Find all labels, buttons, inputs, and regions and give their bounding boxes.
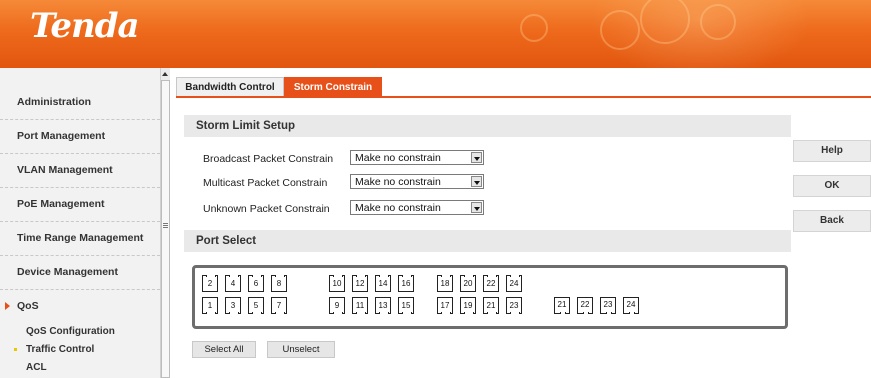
port-19-copper[interactable]: 19: [460, 297, 476, 314]
port-11-copper[interactable]: 11: [352, 297, 368, 314]
port-22-copper[interactable]: 22: [483, 275, 499, 292]
sidebar-subitem-traffic-control[interactable]: Traffic Control: [0, 342, 160, 360]
broadcast-label: Broadcast Packet Constrain: [203, 153, 334, 165]
sidebar-item-label: Device Management: [17, 266, 118, 278]
port-3-copper[interactable]: 3: [225, 297, 241, 314]
header-banner: Tenda: [0, 0, 871, 68]
port-23-copper[interactable]: 23: [506, 297, 522, 314]
port-select-header: Port Select: [184, 230, 791, 252]
sidebar-item-administration[interactable]: Administration: [0, 86, 160, 120]
port-24-fiber[interactable]: 24: [623, 297, 639, 314]
sidebar-subitem-acl[interactable]: ACL: [0, 360, 160, 378]
sidebar-item-label: QoS: [17, 300, 39, 312]
sidebar-item-vlan-management[interactable]: VLAN Management: [0, 154, 160, 188]
dropdown-arrow-icon[interactable]: [471, 176, 482, 187]
port-12-copper[interactable]: 12: [352, 275, 368, 292]
unknown-constrain-select[interactable]: Make no constrain: [350, 200, 484, 215]
tab-underline: [176, 96, 871, 98]
port-6-copper[interactable]: 6: [248, 275, 264, 292]
unknown-label: Unknown Packet Constrain: [203, 203, 330, 215]
port-4-copper[interactable]: 4: [225, 275, 241, 292]
port-10-copper[interactable]: 10: [329, 275, 345, 292]
port-1-copper[interactable]: 1: [202, 297, 218, 314]
multicast-label: Multicast Packet Constrain: [203, 177, 328, 189]
unselect-button[interactable]: Unselect: [267, 341, 335, 358]
back-button[interactable]: Back: [793, 210, 871, 232]
sidebar-scrollbar[interactable]: [160, 68, 170, 378]
port-23-fiber[interactable]: 23: [600, 297, 616, 314]
port-22-fiber[interactable]: 22: [577, 297, 593, 314]
dropdown-arrow-icon[interactable]: [471, 152, 482, 163]
scroll-up-icon[interactable]: [162, 72, 168, 76]
broadcast-constrain-select[interactable]: Make no constrain: [350, 150, 484, 165]
storm-limit-setup-header: Storm Limit Setup: [184, 115, 791, 137]
header-ornament: [520, 14, 548, 42]
tenda-logo: Tenda: [30, 6, 140, 46]
port-2-copper[interactable]: 2: [202, 275, 218, 292]
dropdown-arrow-icon[interactable]: [471, 202, 482, 213]
port-24-copper[interactable]: 24: [506, 275, 522, 292]
sidebar-item-label: Time Range Management: [17, 232, 144, 244]
port-17-copper[interactable]: 17: [437, 297, 453, 314]
port-8-copper[interactable]: 8: [271, 275, 287, 292]
port-18-copper[interactable]: 18: [437, 275, 453, 292]
sidebar-item-label: Administration: [17, 96, 92, 108]
port-16-copper[interactable]: 16: [398, 275, 414, 292]
sidebar-subitem-label: ACL: [26, 362, 47, 373]
sidebar: Administration Port Management VLAN Mana…: [0, 68, 160, 378]
sidebar-item-poe-management[interactable]: PoE Management: [0, 188, 160, 222]
port-15-copper[interactable]: 15: [398, 297, 414, 314]
port-14-copper[interactable]: 14: [375, 275, 391, 292]
sidebar-item-device-management[interactable]: Device Management: [0, 256, 160, 290]
sidebar-item-label: VLAN Management: [17, 164, 113, 176]
sidebar-item-time-range-management[interactable]: Time Range Management: [0, 222, 160, 256]
port-21-fiber[interactable]: 21: [554, 297, 570, 314]
port-7-copper[interactable]: 7: [271, 297, 287, 314]
tab-storm-constrain[interactable]: Storm Constrain: [284, 77, 382, 97]
port-panel: 2 4 6 8 10 12 14 16 18 20 22 24 1 3 5 7 9 11 13 15 17 19 21 23 2…: [192, 265, 788, 329]
sidebar-item-label: PoE Management: [17, 198, 105, 210]
port-5-copper[interactable]: 5: [248, 297, 264, 314]
sidebar-item-port-management[interactable]: Port Management: [0, 120, 160, 154]
header-ornament: [600, 10, 640, 50]
select-value: Make no constrain: [355, 176, 441, 188]
active-dot-icon: [14, 348, 17, 351]
grip-icon: [163, 223, 168, 224]
section-title: Storm Limit Setup: [196, 120, 296, 132]
scrollbar-thumb[interactable]: [161, 80, 170, 378]
ok-button[interactable]: OK: [793, 175, 871, 197]
multicast-constrain-select[interactable]: Make no constrain: [350, 174, 484, 189]
header-ornament: [700, 4, 736, 40]
sidebar-subitem-label: QoS Configuration: [26, 326, 115, 337]
select-value: Make no constrain: [355, 152, 441, 164]
tab-bandwidth-control[interactable]: Bandwidth Control: [176, 77, 284, 97]
select-all-button[interactable]: Select All: [192, 341, 256, 358]
port-20-copper[interactable]: 20: [460, 275, 476, 292]
sidebar-subitem-qos-configuration[interactable]: QoS Configuration: [0, 324, 160, 342]
help-button[interactable]: Help: [793, 140, 871, 162]
select-value: Make no constrain: [355, 202, 441, 214]
sidebar-item-label: Port Management: [17, 130, 106, 142]
expanded-arrow-icon: [5, 302, 10, 310]
section-title: Port Select: [196, 235, 257, 247]
port-9-copper[interactable]: 9: [329, 297, 345, 314]
port-13-copper[interactable]: 13: [375, 297, 391, 314]
port-21-copper[interactable]: 21: [483, 297, 499, 314]
sidebar-subitem-label: Traffic Control: [26, 344, 95, 355]
sidebar-item-qos[interactable]: QoS: [0, 290, 160, 324]
